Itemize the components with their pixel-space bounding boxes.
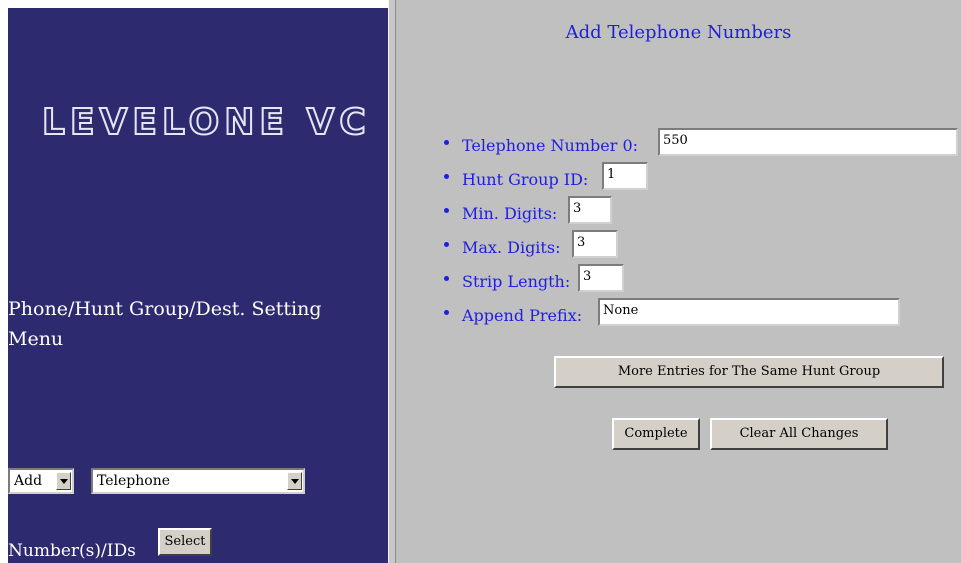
more-entries-button[interactable]: More Entries for The Same Hunt Group bbox=[554, 356, 944, 388]
complete-button[interactable]: Complete bbox=[612, 418, 700, 450]
append-prefix-label: Append Prefix: bbox=[462, 306, 583, 325]
levelone-logo: LEVELONE VC bbox=[41, 101, 371, 144]
hunt-group-id-label: Hunt Group ID: bbox=[462, 170, 589, 189]
page-title: Add Telephone Numbers bbox=[565, 22, 792, 43]
chevron-down-icon[interactable] bbox=[56, 472, 71, 490]
min-digits-input[interactable]: 3 bbox=[568, 196, 612, 224]
min-digits-label: Min. Digits: bbox=[462, 204, 558, 223]
type-select-value: Telephone bbox=[97, 473, 171, 489]
clear-all-changes-button[interactable]: Clear All Changes bbox=[710, 418, 888, 450]
numbers-ids-label: Number(s)/IDs bbox=[8, 541, 136, 561]
bullet-icon bbox=[444, 140, 449, 145]
action-select-value: Add bbox=[14, 473, 43, 489]
chevron-down-icon[interactable] bbox=[287, 472, 302, 490]
menu-title: Phone/Hunt Group/Dest. Setting Menu bbox=[8, 298, 322, 350]
left-frame: LEVELONE VC Phone/Hunt Group/Dest. Setti… bbox=[8, 8, 388, 563]
max-digits-input[interactable]: 3 bbox=[572, 230, 618, 258]
strip-length-label: Strip Length: bbox=[462, 272, 571, 291]
select-button[interactable]: Select bbox=[158, 528, 212, 556]
action-select[interactable]: Add bbox=[8, 468, 74, 494]
append-prefix-input[interactable]: None bbox=[598, 298, 900, 326]
bullet-icon bbox=[444, 208, 449, 213]
type-select[interactable]: Telephone bbox=[91, 468, 305, 494]
frame-divider[interactable] bbox=[388, 0, 396, 563]
hunt-group-id-input[interactable]: 1 bbox=[602, 162, 648, 190]
strip-length-input[interactable]: 3 bbox=[578, 264, 624, 292]
bullet-icon bbox=[444, 242, 449, 247]
max-digits-label: Max. Digits: bbox=[462, 238, 561, 257]
main-frame: Add Telephone Numbers Telephone Number 0… bbox=[396, 0, 961, 563]
telephone-number-input[interactable]: 550 bbox=[658, 128, 958, 156]
bullet-icon bbox=[444, 174, 449, 179]
bullet-icon bbox=[444, 276, 449, 281]
telephone-number-label: Telephone Number 0: bbox=[462, 136, 639, 155]
bullet-icon bbox=[444, 310, 449, 315]
